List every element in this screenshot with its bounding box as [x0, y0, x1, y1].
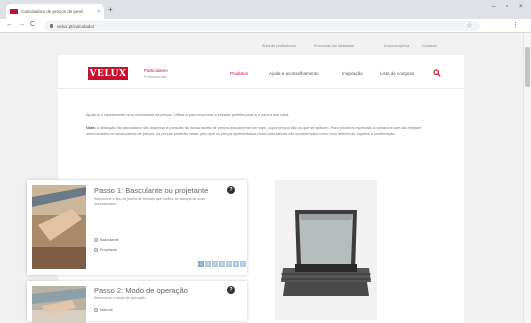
tab-title: Calculadora de preços de janel [21, 9, 84, 14]
step-pager-item[interactable]: 2 [205, 261, 211, 267]
brand-name[interactable]: Particulares [144, 68, 168, 73]
site-header: VELUX Particulares Profissionais Produto… [58, 55, 464, 89]
bookmark-star-icon[interactable]: ☆ [467, 22, 472, 29]
browser-menu-icon[interactable]: ⋮ [512, 21, 519, 29]
step-pager-item[interactable]: 4 [219, 261, 225, 267]
page-scrollbar[interactable] [523, 33, 531, 323]
step1-help-icon[interactable]: ? [227, 186, 235, 194]
option-label: Manual [100, 308, 113, 312]
roof-window-image [281, 210, 371, 296]
step-pager-item[interactable]: 3 [212, 261, 218, 267]
browser-toolbar: ← → C velux.pt/calculador ☆ ⋮ [0, 19, 531, 33]
close-window-icon[interactable]: × [519, 4, 523, 10]
nav-lista-compras[interactable]: Lista de compras [380, 71, 414, 76]
step1-description: Seleccione o tipo de janela de telhado q… [94, 197, 205, 206]
util-link-installer[interactable]: Encontrar um instalador [314, 44, 354, 48]
step1-card: Passo 1: Basculante ou projetante ? Sele… [27, 180, 247, 275]
option-manual[interactable]: Manual [94, 308, 112, 312]
option-basculante[interactable]: Basculante [94, 238, 119, 242]
step-pager-item[interactable]: 7 [240, 261, 246, 267]
step2-help-icon[interactable]: ? [227, 286, 235, 294]
page-viewport: Área de profissional Encontrar um instal… [0, 33, 523, 323]
brand-subtitle[interactable]: Profissionais [144, 74, 167, 79]
step1-hand-window-image [32, 185, 86, 269]
step2-card: Passo 2: Modo de operação ? Seleccione o… [27, 281, 247, 323]
util-link-company[interactable]: A sua empresa [384, 44, 409, 48]
window-preview-panel [275, 180, 377, 320]
step-pager-item[interactable]: 6 [233, 261, 239, 267]
back-arrow-icon[interactable]: ← [6, 21, 13, 28]
step-pager-item[interactable]: 5 [226, 261, 232, 267]
browser-tabstrip: Calculadora de preços de janel × + – ▫ × [0, 0, 531, 19]
step2-operation-image [32, 286, 86, 323]
option-label: Basculante [100, 238, 119, 242]
step2-title: Passo 2: Modo de operação [94, 286, 188, 295]
nav-ajuda[interactable]: Ajuda e aconselhamento [269, 71, 319, 76]
new-tab-button[interactable]: + [108, 5, 113, 14]
note-label: Nota: [86, 126, 96, 130]
note-text: Nota: a utilização da calculadora não di… [86, 125, 438, 137]
velux-favicon-icon [10, 9, 18, 14]
note-body: a utilização da calculadora não dispensa… [86, 126, 422, 136]
step-pager-item[interactable]: 1 [198, 261, 204, 267]
nav-inspiracao[interactable]: Inspiração [342, 71, 363, 76]
step1-title: Passo 1: Basculante ou projetante [94, 186, 209, 195]
option-label: Projetante [100, 248, 118, 252]
velux-logo[interactable]: VELUX [88, 67, 128, 80]
url-text: velux.pt/calculador [57, 23, 95, 29]
option-projetante[interactable]: Projetante [94, 248, 117, 252]
search-icon[interactable] [433, 69, 441, 77]
lock-icon [50, 24, 53, 28]
minimize-icon[interactable]: – [492, 4, 495, 10]
forward-arrow-icon[interactable]: → [18, 21, 25, 28]
util-link-professional[interactable]: Área de profissional [262, 44, 296, 48]
maximize-icon[interactable]: ▫ [506, 4, 508, 10]
address-bar[interactable]: velux.pt/calculador ☆ [44, 21, 480, 31]
intro-text: Ajuda-lo o rapidamente uma calculadora d… [86, 113, 290, 117]
reload-icon[interactable]: C [30, 21, 35, 28]
nav-produtos[interactable]: Produtos [230, 71, 248, 76]
scroll-thumb[interactable] [525, 47, 530, 87]
browser-tab[interactable]: Calculadora de preços de janel × [6, 4, 104, 19]
radio-icon[interactable] [94, 248, 98, 252]
step-pager: 1 2 3 4 5 6 7 [198, 261, 247, 267]
tab-close-icon[interactable]: × [97, 9, 100, 15]
radio-icon[interactable] [94, 238, 98, 242]
util-link-contact[interactable]: Contacto [422, 44, 437, 48]
radio-icon[interactable] [94, 308, 98, 312]
step2-description: Seleccione o modo de operação. [94, 296, 147, 300]
